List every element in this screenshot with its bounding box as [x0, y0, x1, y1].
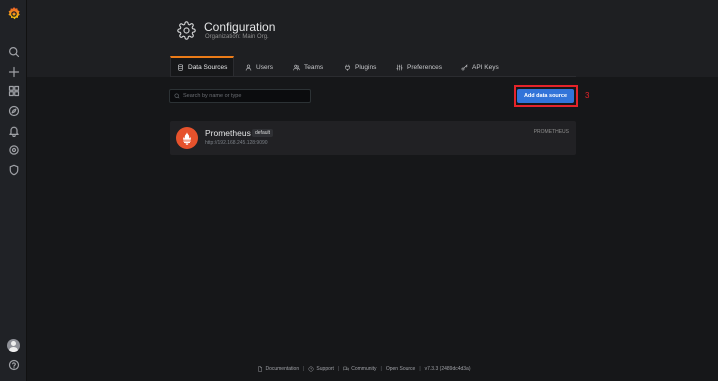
plug-icon	[345, 64, 350, 71]
search-icon[interactable]	[7, 45, 20, 58]
footer-version-label: v7.3.3 (2489dc4d3a)	[424, 366, 471, 372]
default-badge: default	[252, 129, 274, 137]
footer-separator: |	[380, 366, 382, 372]
footer-community-label: Community	[351, 366, 377, 372]
shield-icon[interactable]	[7, 163, 20, 176]
datasource-url: http://192.168.245.128:9090	[205, 140, 268, 146]
sidebar	[0, 0, 27, 381]
footer-separator: |	[337, 366, 340, 372]
search-box[interactable]	[169, 89, 311, 103]
tab-plugins[interactable]: Plugins	[344, 57, 376, 77]
tab-preferences[interactable]: Preferences	[396, 57, 442, 77]
cog-icon[interactable]	[7, 143, 20, 156]
bell-icon[interactable]	[7, 124, 20, 137]
document-icon	[258, 366, 263, 372]
sliders-icon	[396, 64, 403, 70]
dashboards-icon[interactable]	[7, 84, 20, 97]
compass-icon[interactable]	[7, 104, 20, 117]
footer-version: v7.3.3 (2489dc4d3a)	[425, 366, 471, 372]
gear-icon	[177, 21, 196, 40]
user-icon	[245, 64, 252, 71]
highlight-annotation	[514, 85, 578, 107]
search-input[interactable]	[183, 93, 308, 99]
footer-support-label: Support	[316, 366, 334, 372]
tab-api-keys[interactable]: API Keys	[461, 57, 499, 77]
tab-users[interactable]: Users	[245, 57, 273, 77]
tab-label: Data Sources	[188, 64, 228, 71]
footer-documentation-link[interactable]: Documentation	[257, 366, 299, 372]
key-icon	[461, 64, 468, 70]
question-circle-icon	[308, 366, 314, 372]
database-icon	[178, 64, 183, 71]
users-icon	[293, 64, 300, 70]
datasource-name[interactable]: Prometheus	[205, 128, 251, 138]
footer: Documentation | Support | Community | Op…	[0, 366, 718, 372]
comments-icon	[343, 366, 349, 371]
footer-open-source-label: Open Source	[385, 366, 416, 372]
footer-support-link[interactable]: Support	[308, 366, 334, 372]
page-subtitle: Organization: Main Org.	[205, 34, 269, 40]
datasource-type: PROMETHEUS	[533, 129, 569, 135]
tabs-divider	[170, 76, 576, 77]
plus-icon[interactable]	[7, 65, 20, 78]
grafana-logo-icon[interactable]	[6, 6, 22, 22]
footer-separator: |	[419, 366, 421, 372]
tab-label: API Keys	[472, 63, 499, 71]
avatar[interactable]	[7, 339, 20, 352]
prometheus-icon	[176, 127, 198, 149]
search-icon	[174, 93, 180, 99]
page-header: Configuration Organization: Main Org. Da…	[0, 0, 718, 77]
tab-label: Users	[256, 63, 273, 71]
footer-separator: |	[303, 366, 305, 372]
tab-data-sources[interactable]: Data Sources	[170, 56, 235, 77]
page-title: Configuration	[204, 20, 276, 34]
tab-label: Preferences	[407, 63, 443, 71]
tab-teams[interactable]: Teams	[293, 57, 323, 77]
footer-community-link[interactable]: Community	[343, 366, 377, 372]
tab-label: Teams	[304, 63, 324, 71]
tab-label: Plugins	[355, 63, 377, 71]
datasource-card[interactable]: Prometheus default http://192.168.245.12…	[170, 121, 576, 155]
footer-documentation-label: Documentation	[265, 366, 300, 372]
footer-open-source-link[interactable]: Open Source	[386, 366, 415, 372]
step-number-annotation: 3	[585, 91, 590, 100]
